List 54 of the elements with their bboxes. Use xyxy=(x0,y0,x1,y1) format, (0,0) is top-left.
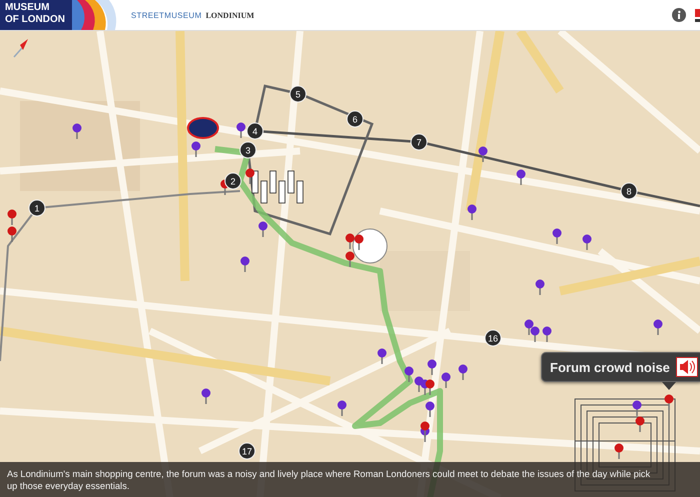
map-pin-icon[interactable] xyxy=(202,388,210,404)
audio-callout[interactable]: Forum crowd noise xyxy=(541,352,700,382)
map-pin-icon[interactable] xyxy=(426,402,434,417)
route-stop-marker[interactable]: 16 xyxy=(484,330,502,346)
route-stop-marker[interactable]: 5 xyxy=(290,86,306,102)
map-pin-icon[interactable] xyxy=(632,400,642,416)
map-pin-icon[interactable] xyxy=(636,416,644,432)
roundabout-icon xyxy=(352,228,388,264)
route-stop-marker[interactable]: 3 xyxy=(240,142,256,158)
map-pin-icon[interactable] xyxy=(468,204,476,220)
map-pin-icon[interactable] xyxy=(428,360,436,375)
route-stop-marker[interactable]: 4 xyxy=(246,122,264,140)
map-pin-icon[interactable] xyxy=(654,320,662,335)
map-pin-icon[interactable] xyxy=(458,364,468,380)
logo-text: OF LONDON xyxy=(5,14,65,26)
map-pin-icon[interactable] xyxy=(378,348,386,364)
map-pin-icon[interactable] xyxy=(552,228,562,244)
map-pin-icon[interactable] xyxy=(258,222,268,237)
map-pin-icon[interactable] xyxy=(236,122,246,138)
route-stop-marker[interactable]: 6 xyxy=(346,110,364,128)
map-pin-icon[interactable] xyxy=(404,366,414,382)
map-pin-icon[interactable] xyxy=(192,142,200,157)
callout-label: Forum crowd noise xyxy=(550,360,670,374)
route-stop-marker[interactable]: 1 xyxy=(28,200,46,216)
compass-icon[interactable] xyxy=(13,39,28,58)
map-pin-icon[interactable] xyxy=(426,380,434,395)
map-pin-icon[interactable] xyxy=(338,400,346,416)
caption-text: As Londinium's main shopping centre, the forum was a noisy and lively place where Roman Londoners could meet to debate the issues of the day while pick up those everyday essentials. xyxy=(7,468,652,492)
map-pin-icon[interactable] xyxy=(582,234,592,250)
info-icon[interactable] xyxy=(672,8,686,22)
map-pin-icon[interactable] xyxy=(530,326,540,342)
map-pin-icon[interactable] xyxy=(536,280,544,295)
map-pin-icon[interactable] xyxy=(354,234,364,250)
route-stop-marker[interactable]: 7 xyxy=(410,134,428,150)
map-pin-icon[interactable] xyxy=(420,422,430,437)
map-pin-icon[interactable] xyxy=(442,372,450,388)
callout-pointer xyxy=(662,382,676,390)
app-title: LONDINIUM xyxy=(206,10,254,20)
building-plan-drawing xyxy=(252,170,304,204)
map-pin-icon[interactable] xyxy=(346,234,354,249)
map-pin-icon[interactable] xyxy=(246,168,254,184)
map-pin-icon[interactable] xyxy=(516,170,526,185)
map-pin-icon[interactable] xyxy=(664,394,674,410)
route-stop-marker[interactable]: 8 xyxy=(620,182,638,200)
route-stop-marker[interactable]: 17 xyxy=(238,442,256,460)
map-pin-icon[interactable] xyxy=(478,146,488,162)
logo-icon xyxy=(694,9,700,23)
brand-name: STREETMUSEUM xyxy=(131,10,202,20)
speaker-icon[interactable] xyxy=(676,357,698,377)
logo-text: MUSEUM xyxy=(5,2,50,14)
map-pin-icon[interactable] xyxy=(524,320,534,335)
route-stop-marker[interactable]: 2 xyxy=(224,172,242,190)
map-pin-icon[interactable] xyxy=(542,326,552,342)
map-pin-icon[interactable] xyxy=(240,256,250,272)
